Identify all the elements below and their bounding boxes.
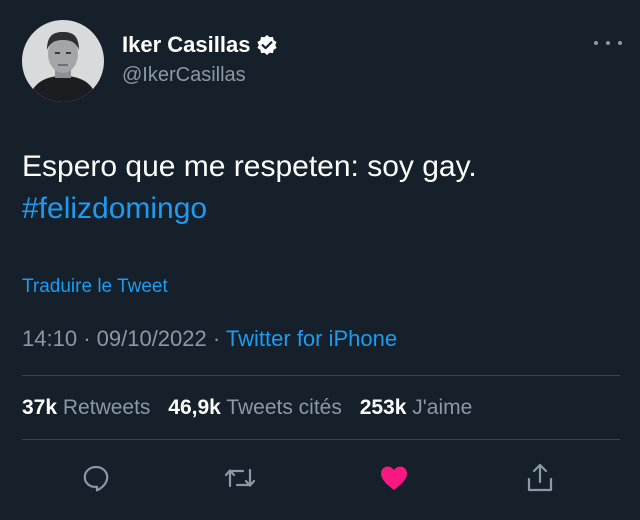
- tweet-time[interactable]: 14:10: [22, 326, 77, 351]
- display-name[interactable]: Iker Casillas: [122, 32, 278, 58]
- avatar-image: [22, 20, 104, 102]
- hashtag-link[interactable]: #felizdomingo: [22, 188, 207, 230]
- translate-tweet-link[interactable]: Traduire le Tweet: [22, 276, 168, 298]
- user-handle[interactable]: @IkerCasillas: [122, 64, 246, 87]
- tweet-date[interactable]: 09/10/2022: [97, 326, 207, 351]
- quote-tweets-label: Tweets cités: [226, 396, 342, 419]
- divider: [22, 375, 620, 376]
- avatar[interactable]: [22, 20, 104, 102]
- likes-count: 253k: [359, 396, 407, 419]
- likes-label: J'aime: [412, 396, 473, 419]
- retweet-button[interactable]: [222, 460, 258, 496]
- meta-separator: ·: [83, 326, 91, 351]
- reply-button[interactable]: [78, 460, 114, 496]
- tweet-stats: 37k Retweets 46,9k Tweets cités 253k J'a…: [22, 396, 484, 420]
- retweets-count: 37k: [22, 396, 58, 419]
- like-button[interactable]: [376, 460, 412, 496]
- display-name-text[interactable]: Iker Casillas: [122, 32, 250, 58]
- action-bar: [0, 452, 640, 502]
- quote-tweets-stat[interactable]: 46,9k Tweets cités: [168, 396, 347, 419]
- tweet-card: Iker Casillas @IkerCasillas Espero que m…: [0, 0, 640, 520]
- meta-separator: ·: [212, 326, 221, 351]
- tweet-text: Espero que me respeten: soy gay.: [22, 150, 477, 183]
- tweet-timestamp: 14:10 · 09/10/2022 · Twitter for iPhone: [22, 326, 397, 352]
- like-icon: [381, 466, 407, 490]
- more-options-icon[interactable]: [594, 36, 622, 50]
- quote-tweets-count: 46,9k: [168, 396, 221, 419]
- divider: [22, 439, 620, 440]
- share-icon: [527, 463, 553, 492]
- verified-badge-icon: [256, 34, 278, 56]
- retweet-icon: [224, 468, 256, 488]
- reply-icon: [83, 465, 109, 492]
- likes-stat[interactable]: 253k J'aime: [360, 396, 473, 419]
- retweets-stat[interactable]: 37k Retweets: [22, 396, 156, 419]
- retweets-label: Retweets: [62, 396, 151, 419]
- share-button[interactable]: [522, 460, 558, 496]
- tweet-source-link[interactable]: Twitter for iPhone: [226, 326, 397, 351]
